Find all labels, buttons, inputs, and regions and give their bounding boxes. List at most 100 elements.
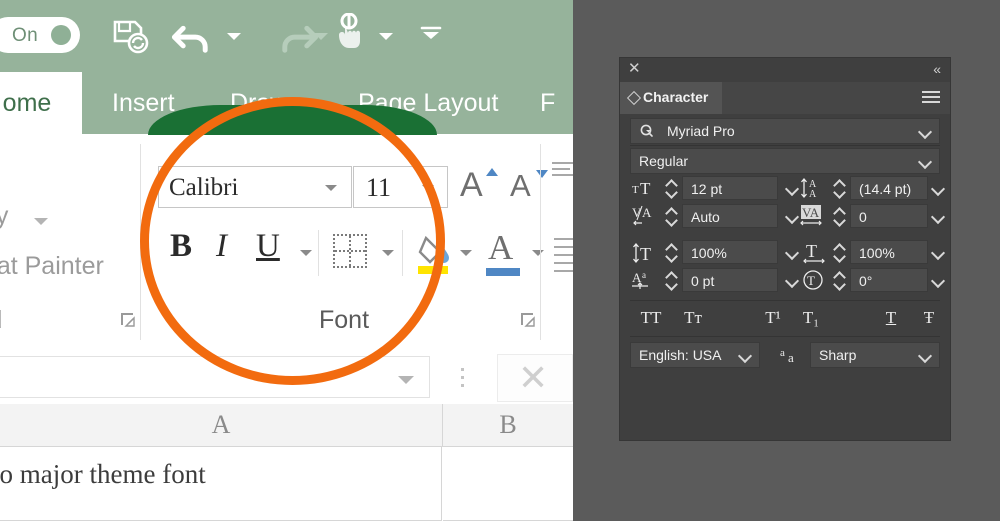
font-style-dropdown-icon[interactable] — [919, 155, 931, 167]
language-dropdown-icon[interactable] — [739, 349, 751, 361]
tracking-field[interactable]: 0 — [850, 204, 928, 228]
kerning-field[interactable]: Auto — [682, 204, 778, 228]
tab-character[interactable]: Character — [620, 82, 722, 114]
fill-color-icon[interactable] — [418, 232, 452, 270]
vertical-scale-stepper[interactable] — [664, 240, 678, 264]
close-icon[interactable]: ✕ — [628, 61, 641, 77]
cell-b1[interactable] — [443, 447, 573, 521]
leading-stepper[interactable] — [832, 176, 846, 200]
character-rotation-stepper[interactable] — [832, 268, 846, 292]
clipboard-dialog-launcher-icon[interactable] — [120, 312, 136, 328]
font-size-dropdown-icon[interactable] — [422, 185, 434, 191]
font-size-dropdown-icon[interactable] — [786, 182, 798, 194]
undo-dropdown-icon[interactable] — [227, 33, 241, 40]
baseline-shift-field[interactable]: 0 pt — [682, 268, 778, 292]
tab-formulas[interactable]: F — [540, 72, 555, 134]
cell-a1-value: to major theme font — [0, 459, 206, 489]
anti-aliasing-value: Sharp — [819, 347, 857, 363]
underline-button[interactable]: T — [878, 308, 904, 328]
font-color-button[interactable]: A — [488, 228, 513, 268]
character-rotation-field[interactable]: 0° — [850, 268, 928, 292]
name-box-dropdown-icon[interactable] — [398, 376, 414, 384]
save-sync-icon[interactable] — [112, 18, 150, 56]
underline-button[interactable]: U — [256, 228, 280, 265]
baseline-shift-stepper[interactable] — [664, 268, 678, 292]
undo-icon[interactable] — [170, 14, 214, 65]
horizontal-scale-icon: T — [802, 241, 830, 269]
anti-aliasing-dropdown-icon[interactable] — [919, 349, 931, 361]
fill-color-dropdown-icon[interactable] — [460, 250, 472, 256]
baseline-shift-dropdown-icon[interactable] — [786, 274, 798, 286]
copy-dropdown-icon[interactable] — [34, 218, 48, 225]
character-panel: ✕ « Character Myriad Pro Regular T T 12 … — [620, 58, 950, 440]
copy-button[interactable]: py — [0, 202, 8, 231]
cell-a1[interactable]: to major theme font — [0, 447, 442, 521]
style-button-row: TT Tт T¹ T₁ T Ŧ — [620, 306, 950, 338]
align-left-icon[interactable] — [554, 238, 573, 240]
strikethrough-button[interactable]: Ŧ — [916, 308, 942, 328]
name-box-input[interactable] — [0, 356, 430, 398]
kerning-icon: V A — [632, 204, 658, 231]
subscript-button[interactable]: T₁ — [798, 308, 824, 328]
font-size-input[interactable]: 11 — [353, 166, 448, 208]
clipboard-group-label: rd — [0, 306, 2, 335]
grow-font-button[interactable]: A — [460, 166, 483, 205]
italic-button[interactable]: I — [216, 228, 227, 265]
font-size-field[interactable]: 12 pt — [682, 176, 778, 200]
language-field[interactable]: English: USA — [630, 342, 760, 368]
column-header-b[interactable]: B — [443, 404, 573, 446]
bold-button[interactable]: B — [170, 228, 192, 265]
autosave-toggle[interactable]: On — [0, 17, 80, 53]
leading-field[interactable]: (14.4 pt) — [850, 176, 928, 200]
touch-mode-dropdown-icon[interactable] — [379, 33, 393, 40]
horizontal-scale-field[interactable]: 100% — [850, 240, 928, 264]
horizontal-scale-stepper[interactable] — [832, 240, 846, 264]
tab-home[interactable]: ome — [0, 72, 82, 134]
underline-dropdown-icon[interactable] — [300, 250, 312, 256]
font-family-dropdown-icon[interactable] — [919, 125, 931, 137]
character-rotation-dropdown-icon[interactable] — [932, 274, 944, 286]
shrink-font-button[interactable]: A — [510, 168, 531, 204]
font-name-input[interactable]: Calibri — [158, 166, 352, 208]
kerning-stepper[interactable] — [664, 204, 678, 228]
column-header-a[interactable]: A — [0, 404, 442, 446]
borders-button[interactable] — [333, 234, 367, 268]
tracking-dropdown-icon[interactable] — [932, 210, 944, 222]
font-color-swatch[interactable] — [486, 268, 520, 276]
redo-dropdown-icon[interactable] — [314, 33, 328, 40]
borders-dropdown-icon[interactable] — [382, 250, 394, 256]
font-color-dropdown-icon[interactable] — [532, 250, 544, 256]
font-dialog-launcher-icon[interactable] — [520, 312, 536, 328]
tab-draw[interactable]: Draw — [230, 72, 288, 134]
leading-value: (14.4 pt) — [859, 181, 912, 197]
font-name-dropdown-icon[interactable] — [325, 185, 337, 191]
font-style-field[interactable]: Regular — [630, 148, 940, 174]
tracking-stepper[interactable] — [832, 204, 846, 228]
leading-dropdown-icon[interactable] — [932, 182, 944, 194]
small-caps-button[interactable]: Tт — [676, 308, 710, 328]
kerning-dropdown-icon[interactable] — [786, 210, 798, 222]
fill-color-swatch[interactable] — [418, 266, 448, 274]
superscript-button[interactable]: T¹ — [760, 308, 786, 328]
customize-toolbar-icon[interactable] — [420, 26, 442, 45]
align-top-icon[interactable] — [552, 162, 573, 164]
tab-insert[interactable]: Insert — [112, 72, 175, 134]
all-caps-button[interactable]: TT — [634, 308, 668, 328]
quick-access-toolbar: On — [0, 0, 573, 72]
tab-page-layout[interactable]: Page Layout — [358, 72, 498, 134]
vertical-scale-dropdown-icon[interactable] — [786, 246, 798, 258]
horizontal-scale-dropdown-icon[interactable] — [932, 246, 944, 258]
collapse-panel-icon[interactable]: « — [933, 61, 941, 77]
font-size-stepper[interactable] — [664, 176, 678, 200]
font-name-value: Calibri — [169, 174, 239, 201]
worksheet-grid: A B to major theme font — [0, 404, 573, 521]
touch-mode-icon[interactable] — [333, 12, 365, 51]
tab-page-layout-label: Page Layout — [358, 89, 499, 117]
anti-aliasing-field[interactable]: Sharp — [810, 342, 940, 368]
hamburger-menu-icon[interactable] — [922, 91, 940, 106]
formula-bar-grip-icon[interactable] — [461, 368, 464, 392]
vertical-scale-field[interactable]: 100% — [682, 240, 778, 264]
font-family-field[interactable]: Myriad Pro — [630, 118, 940, 144]
format-painter-button[interactable]: mat Painter — [0, 252, 104, 281]
close-button[interactable]: ✕ — [497, 354, 573, 402]
